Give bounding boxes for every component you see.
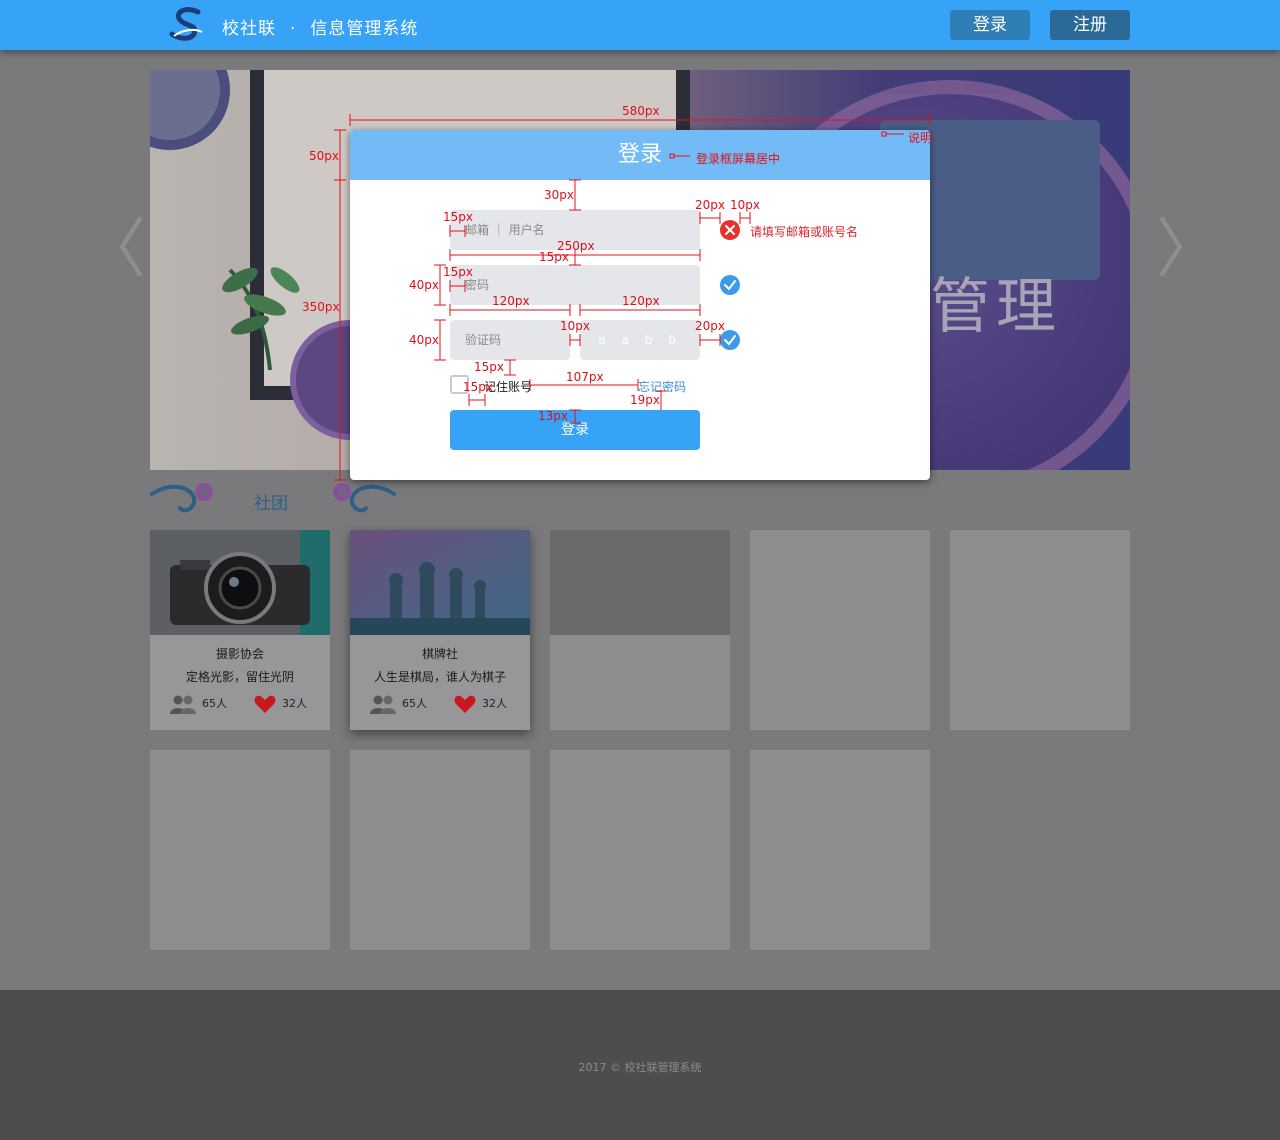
dimension-label: 20px [695, 198, 725, 212]
member-count: 65人 [170, 692, 227, 716]
club-card[interactable]: 摄影协会 定格光影，留住光阴 65人 32人 [150, 530, 330, 730]
heart-icon [454, 695, 476, 713]
dimension-label: 15px [443, 210, 473, 224]
dimension-label: 350px [302, 300, 340, 314]
club-stats: 65人 32人 [150, 692, 330, 716]
dimension-label: 15px [539, 250, 569, 264]
section-header: 社团 [150, 478, 400, 518]
dimension-label: 15px [443, 265, 473, 279]
club-card-placeholder[interactable] [750, 530, 930, 730]
club-card-placeholder[interactable] [950, 530, 1130, 730]
top-navbar: 校社联 · 信息管理系统 登录 注册 [0, 0, 1280, 50]
footer: 2017 © 校社联管理系统 [0, 990, 1280, 1140]
dimension-label: 40px [409, 333, 439, 347]
captcha-image[interactable]: a a b b [580, 320, 700, 360]
copyright-text: 2017 © 校社联管理系统 [578, 1061, 702, 1074]
member-count-text: 65人 [202, 697, 227, 710]
dimension-label: 30px [544, 188, 574, 202]
dimension-label: 15px [474, 360, 504, 374]
dimension-label: 580px [622, 104, 660, 118]
check-icon [720, 330, 740, 350]
brand-separator: · [290, 19, 297, 39]
dimension-label: 13px [538, 409, 568, 423]
username-error-text: 请填写邮箱或账号名 [750, 225, 859, 239]
check-icon [720, 275, 740, 295]
dimension-label: 120px [622, 294, 660, 308]
like-count[interactable]: 32人 [254, 692, 307, 716]
club-card-placeholder[interactable] [750, 750, 930, 950]
carousel-next-arrow[interactable]: 〉 [1156, 218, 1220, 282]
carousel-prev-arrow[interactable]: 〈 [82, 218, 146, 282]
center-note-label: 登录框屏幕居中 [696, 152, 781, 166]
brand-title: 校社联 · 信息管理系统 [222, 14, 418, 39]
club-card-placeholder[interactable] [150, 750, 330, 950]
club-card[interactable]: 棋牌社 人生是棋局，谁人为棋子 65人 32人 [350, 530, 530, 730]
users-icon [170, 695, 196, 714]
club-name: 摄影协会 [215, 647, 264, 661]
dimension-label: 10px [560, 319, 590, 333]
modal-title: 登录 [350, 130, 930, 180]
banner-text: 管理 [930, 272, 1062, 342]
swirl-right-icon [333, 483, 396, 513]
login-submit-button[interactable]: 登录 [450, 410, 700, 450]
club-card-placeholder[interactable] [350, 750, 530, 950]
dimension-label: 50px [309, 149, 339, 163]
dimension-label: 10px [730, 198, 760, 212]
like-count[interactable]: 32人 [454, 692, 507, 716]
dimension-label: 19px [630, 393, 660, 407]
club-image-placeholder [550, 530, 730, 635]
club-desc: 定格光影，留住光阴 [185, 670, 294, 684]
club-desc: 人生是棋局，谁人为棋子 [373, 670, 506, 684]
dimension-label: 107px [566, 370, 604, 384]
dimension-label: 20px [695, 319, 725, 333]
captcha-input[interactable]: 验证码 [450, 320, 570, 360]
club-stats: 65人 32人 [350, 692, 530, 716]
club-card-placeholder[interactable] [550, 750, 730, 950]
chess-image [350, 530, 530, 635]
member-count: 65人 [370, 692, 427, 716]
club-image [150, 530, 330, 635]
password-input[interactable]: 密码 [450, 265, 700, 305]
users-icon [370, 695, 396, 714]
header-login-button[interactable]: 登录 [950, 10, 1030, 40]
heart-icon [254, 695, 276, 713]
note-label: 说明 [908, 131, 933, 145]
brand-name: 校社联 [222, 19, 276, 39]
dimension-label: 120px [492, 294, 530, 308]
like-count-text: 32人 [482, 697, 507, 710]
logo-icon [169, 7, 203, 41]
dimension-label: 40px [409, 278, 439, 292]
dimension-label: 15px [463, 380, 493, 394]
camera-image [150, 530, 330, 635]
section-title: 社团 [254, 494, 288, 514]
error-icon [720, 220, 740, 240]
club-name: 棋牌社 [421, 647, 458, 661]
like-count-text: 32人 [282, 697, 307, 710]
club-image [350, 530, 530, 635]
club-card-placeholder[interactable] [550, 530, 730, 730]
member-count-text: 65人 [402, 697, 427, 710]
brand-system: 信息管理系统 [310, 19, 419, 39]
header-register-button[interactable]: 注册 [1050, 10, 1130, 40]
swirl-left-icon [150, 483, 213, 513]
banner-decoration [150, 70, 230, 150]
